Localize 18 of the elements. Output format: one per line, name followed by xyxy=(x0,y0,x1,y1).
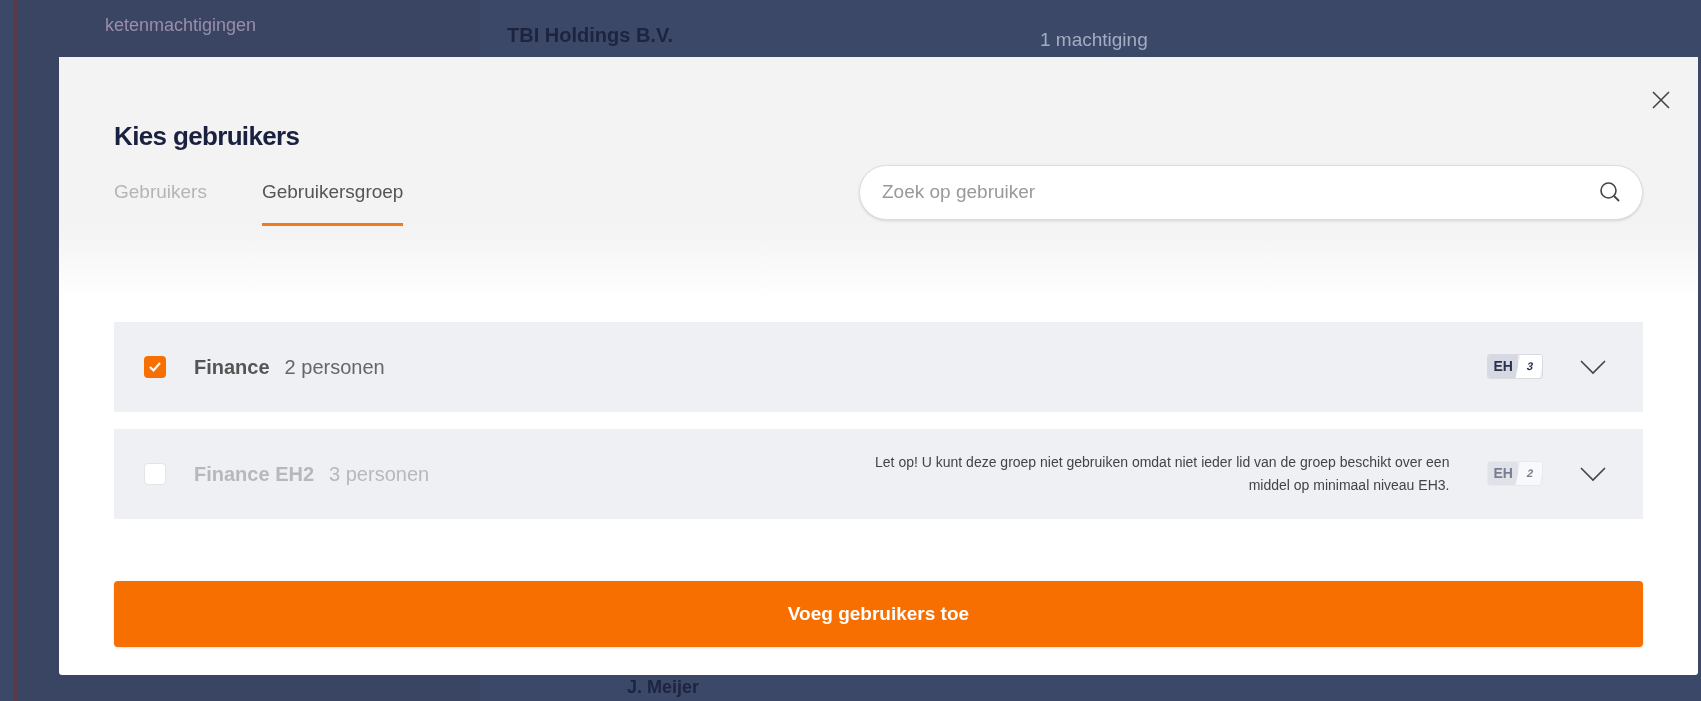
group-name: Finance EH2 xyxy=(194,461,315,487)
check-icon xyxy=(148,360,162,373)
level-badge: EH 3 xyxy=(1487,354,1543,379)
group-name: Finance xyxy=(194,354,270,380)
authorization-count: 1 machtiging xyxy=(1040,30,1148,49)
close-icon xyxy=(1651,90,1671,110)
member-count: 2 personen xyxy=(284,354,385,380)
group-row[interactable]: Finance 2 personen EH 3 xyxy=(114,321,1643,412)
dialog-title: Kies gebruikers xyxy=(114,120,301,153)
tab[interactable]: Gebruikersgroep xyxy=(261,178,404,226)
expand-button[interactable] xyxy=(1579,358,1607,375)
member-count: 3 personen xyxy=(329,461,430,487)
warning-message: Let op! U kunt deze groep niet gebruiken omdat niet ieder lid van de groep beschikt over een middel op minimaal niveau EH3. xyxy=(874,452,1450,495)
checkbox[interactable] xyxy=(144,355,166,378)
search-field[interactable]: Zoek op gebruiker xyxy=(859,164,1643,220)
level-badge: EH 2 xyxy=(1487,461,1543,486)
search-icon xyxy=(1599,180,1621,203)
sidebar-item: ketenmachtigingen xyxy=(105,14,257,37)
